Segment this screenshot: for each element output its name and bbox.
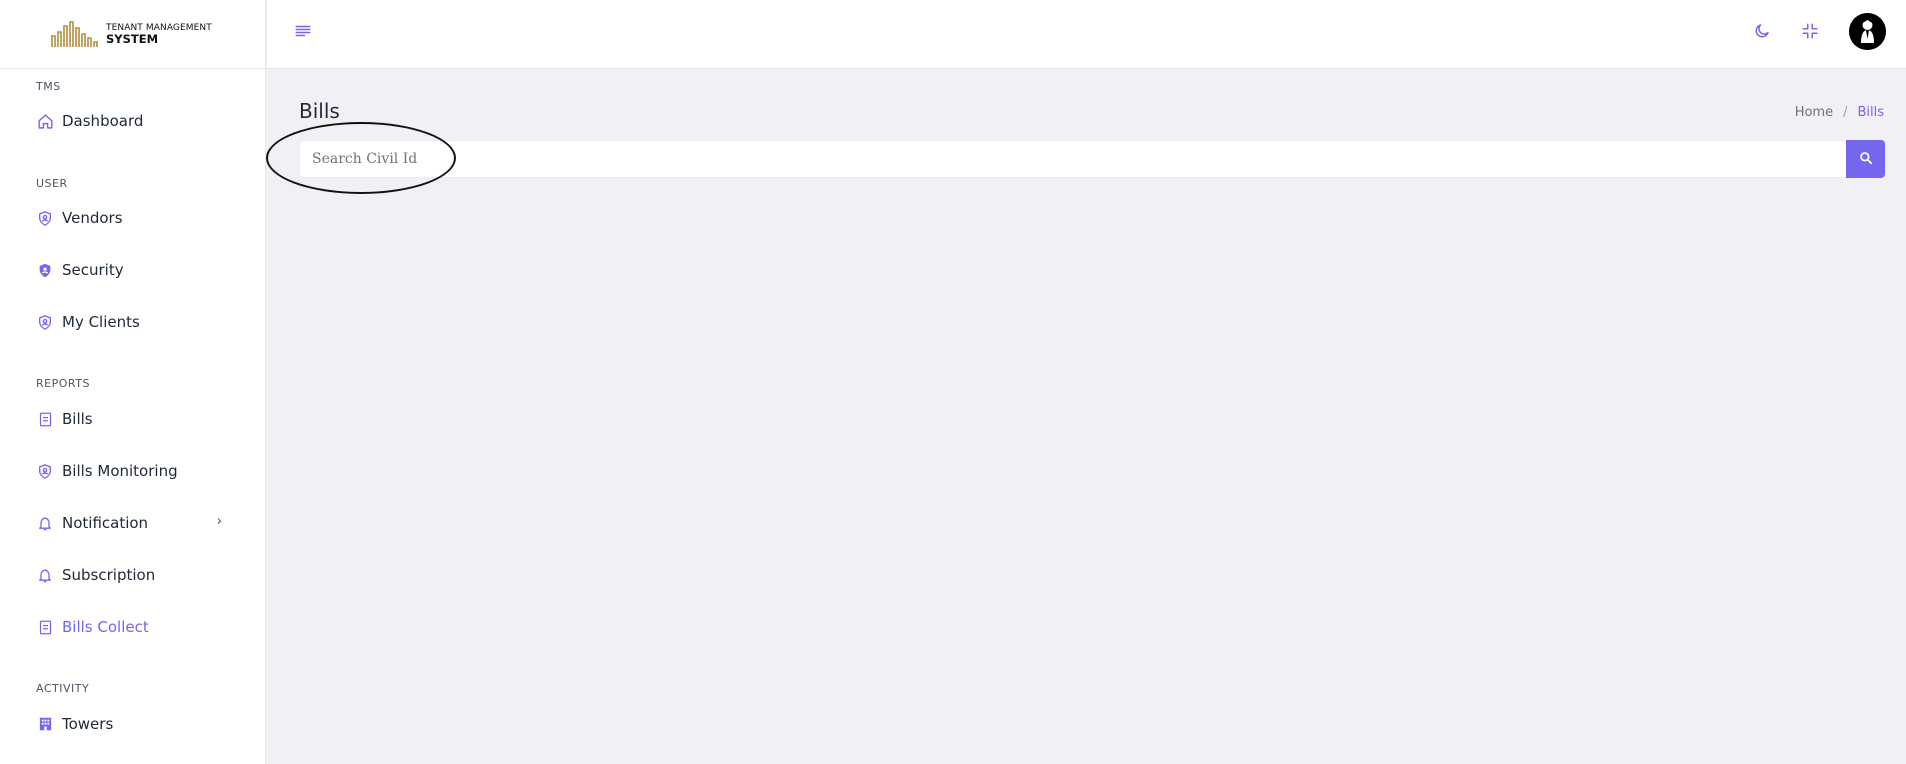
search-button[interactable] [1846, 140, 1885, 178]
breadcrumb-current: Bills [1857, 105, 1884, 120]
brand-subtitle: SYSTEM [106, 32, 159, 46]
sidebar-item-label: Vendors [62, 209, 123, 227]
sidebar-item-bills-monitoring[interactable]: Bills Monitoring [36, 458, 236, 484]
sidebar-item-label: Towers [62, 715, 114, 733]
breadcrumb-separator: / [1843, 105, 1848, 120]
sidebar-item-label: My Clients [62, 313, 140, 331]
shield-user-icon [36, 313, 54, 331]
chevron-right-icon: › [216, 514, 222, 529]
sidebar-item-vendors[interactable]: Vendors [36, 205, 236, 231]
sidebar-item-security[interactable]: Security [36, 257, 236, 283]
brand[interactable]: TENANT MANAGEMENT SYSTEM [0, 0, 265, 69]
shield-filled-icon [36, 261, 54, 279]
sidebar-item-label: Bills Monitoring [62, 462, 178, 480]
sidebar-item-subscription[interactable]: Subscription [36, 562, 236, 588]
sidebar-item-my-clients[interactable]: My Clients [36, 309, 236, 335]
document-icon [36, 618, 54, 636]
shield-user-icon [36, 209, 54, 227]
sidebar: TENANT MANAGEMENT SYSTEM TMS Dashboard U… [0, 0, 266, 764]
section-label-reports: REPORTS [36, 377, 90, 390]
bell-icon [36, 566, 54, 584]
sidebar-item-label: Subscription [62, 566, 156, 584]
search-icon [1859, 151, 1873, 168]
sidebar-item-label: Notification [62, 514, 149, 532]
sidebar-item-label: Bills Collect [62, 618, 149, 636]
shield-user-icon [36, 462, 54, 480]
menu-icon[interactable] [294, 22, 314, 42]
topbar [267, 0, 1906, 69]
sidebar-item-towers[interactable]: Towers [36, 711, 236, 737]
sidebar-item-bills-collect[interactable]: Bills Collect [36, 614, 236, 640]
sidebar-item-label: Security [62, 261, 124, 279]
search-civil-id-input[interactable] [299, 140, 1846, 178]
bell-icon [36, 514, 54, 532]
section-label-tms: TMS [36, 80, 61, 93]
section-label-activity: ACTIVITY [36, 682, 90, 695]
sidebar-item-label: Dashboard [62, 112, 144, 130]
sidebar-item-label: Bills [62, 410, 93, 428]
page-title: Bills [299, 99, 340, 123]
sidebar-item-notification[interactable]: Notification › [36, 510, 236, 536]
moon-icon[interactable] [1751, 20, 1773, 42]
breadcrumb-home-link[interactable]: Home [1795, 105, 1833, 120]
breadcrumb: Home / Bills [1795, 105, 1884, 120]
sidebar-item-dashboard[interactable]: Dashboard [36, 108, 236, 134]
document-icon [36, 410, 54, 428]
home-icon [36, 112, 54, 130]
avatar[interactable] [1849, 13, 1886, 50]
search-bar [299, 140, 1885, 178]
section-label-user: USER [36, 177, 68, 190]
brand-text: TENANT MANAGEMENT SYSTEM [106, 23, 212, 45]
building-icon [36, 715, 54, 733]
minimize-icon[interactable] [1799, 20, 1821, 42]
sidebar-item-bills[interactable]: Bills [36, 406, 236, 432]
brand-logo [51, 21, 98, 47]
